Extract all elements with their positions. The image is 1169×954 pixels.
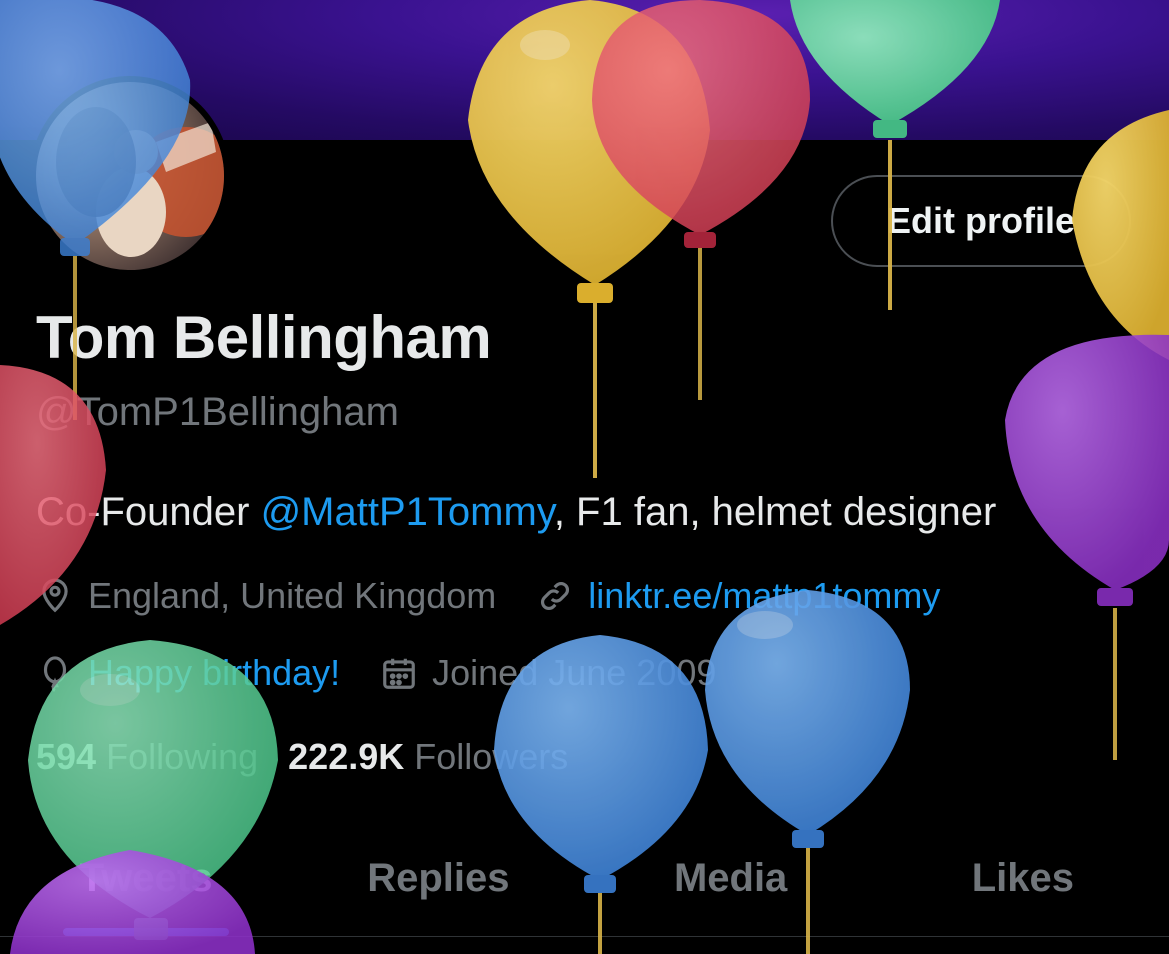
edit-profile-button[interactable]: Edit profile xyxy=(831,175,1131,267)
tab-replies-label: Replies xyxy=(367,855,510,900)
tab-tweets[interactable]: Tweets xyxy=(0,820,292,936)
following-label: Following xyxy=(106,736,259,777)
followers-count: 222.9K xyxy=(288,736,405,777)
following-link[interactable]: 594 Following xyxy=(36,736,258,778)
profile-name: Tom Bellingham xyxy=(36,304,492,371)
avatar[interactable] xyxy=(36,82,224,270)
joined-text: Joined June 2009 xyxy=(432,652,717,693)
bio-mention-link[interactable]: @MattP1Tommy xyxy=(261,490,554,534)
location-text: England, United Kingdom xyxy=(88,575,497,616)
tab-tweets-label: Tweets xyxy=(79,855,213,900)
tab-media[interactable]: Media xyxy=(585,820,877,936)
calendar-icon xyxy=(383,658,415,689)
profile-meta-row-2: Happy birthday! Joined June 2009 xyxy=(36,652,756,694)
website-link[interactable]: linktr.ee/mattp1tommy xyxy=(588,575,940,617)
bio-text-prefix: Co-Founder xyxy=(36,490,261,534)
tab-replies[interactable]: Replies xyxy=(292,820,584,936)
link-icon xyxy=(541,582,570,610)
website-item: linktr.ee/mattp1tommy xyxy=(536,575,940,617)
followers-link[interactable]: 222.9K Followers xyxy=(288,736,568,778)
followers-label: Followers xyxy=(414,736,569,777)
profile-tabs: Tweets Replies Media Likes xyxy=(0,820,1169,937)
tab-likes[interactable]: Likes xyxy=(877,820,1169,936)
joined-item: Joined June 2009 xyxy=(380,652,716,694)
tab-likes-label: Likes xyxy=(971,855,1075,900)
profile-meta-row-1: England, United Kingdom linktr.ee/mattp1… xyxy=(36,575,980,617)
tab-media-label: Media xyxy=(673,855,788,900)
location-pin-icon xyxy=(42,578,68,613)
birthday-link[interactable]: Happy birthday! xyxy=(88,652,340,694)
active-tab-indicator xyxy=(63,928,230,936)
following-count: 594 xyxy=(36,736,97,777)
follow-counts: 594 Following 222.9K Followers xyxy=(36,736,598,778)
bio-text-suffix: , F1 fan, helmet designer xyxy=(553,490,997,534)
balloon-icon xyxy=(43,656,67,692)
location-item: England, United Kingdom xyxy=(36,575,496,617)
profile-handle: @TomP1Bellingham xyxy=(36,390,399,434)
profile-bio: Co-Founder @MattP1Tommy, F1 fan, helmet … xyxy=(36,490,996,535)
birthday-item: Happy birthday! xyxy=(36,652,340,694)
balloon-purple-right xyxy=(1005,334,1169,760)
